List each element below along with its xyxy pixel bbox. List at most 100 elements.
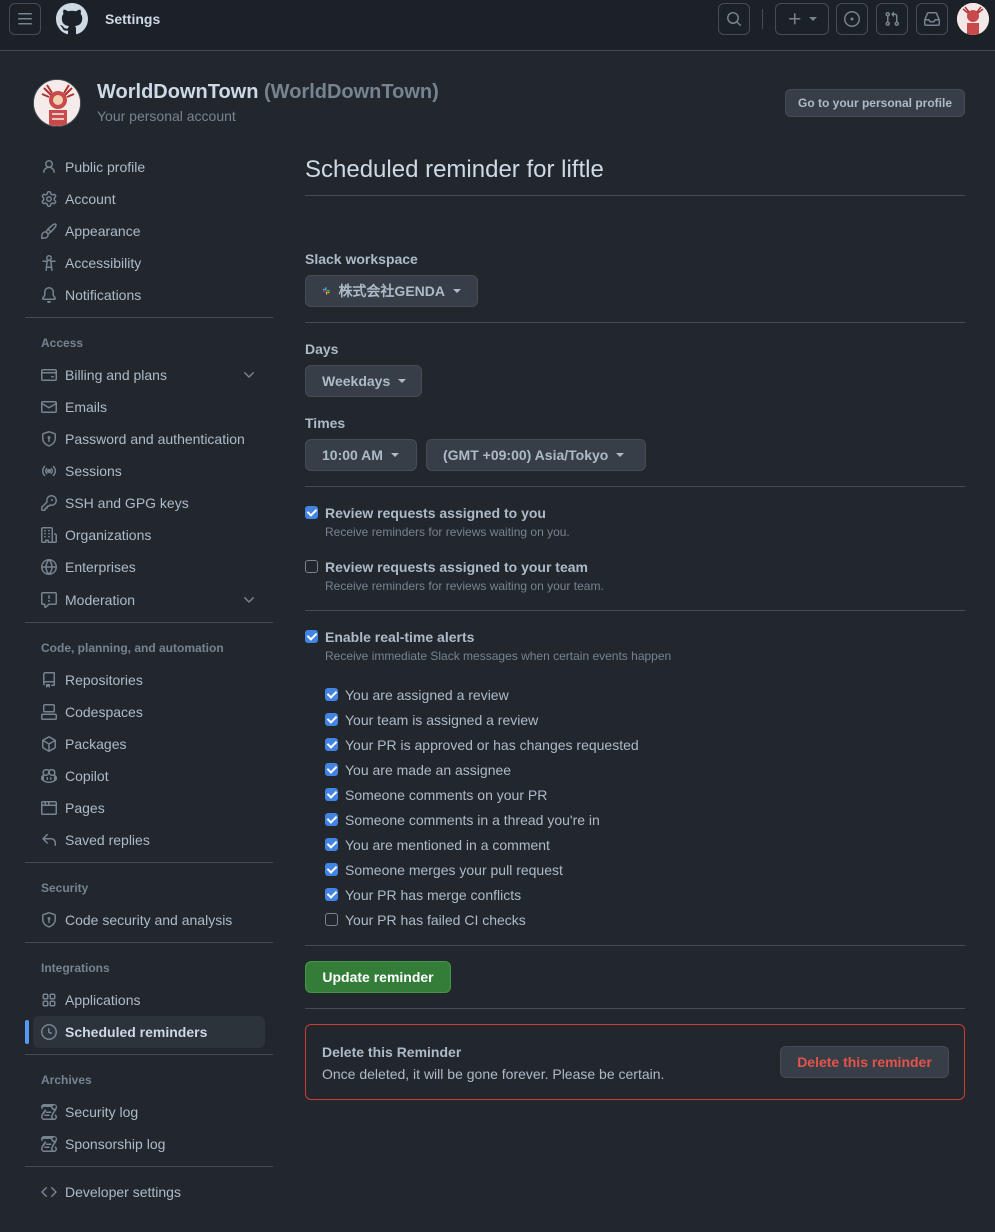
key-icon (41, 495, 57, 511)
sidebar-item-label: Developer settings (65, 1184, 181, 1200)
issue-opened-icon (844, 11, 860, 27)
review-you-title[interactable]: Review requests assigned to you (325, 505, 546, 521)
sidebar-item-emails[interactable]: Emails (33, 391, 265, 423)
alert-checkbox[interactable] (325, 788, 338, 801)
alert-checkbox[interactable] (325, 813, 338, 826)
alert-label[interactable]: Someone comments on your PR (345, 787, 547, 803)
alert-checkbox[interactable] (325, 688, 338, 701)
alert-label[interactable]: You are mentioned in a comment (345, 837, 550, 853)
sidebar-item-sponsorship-log[interactable]: Sponsorship log (33, 1128, 265, 1160)
sidebar-item-packages[interactable]: Packages (33, 728, 265, 760)
create-new-button[interactable] (775, 3, 829, 35)
sidebar-item-account[interactable]: Account (33, 183, 265, 215)
times-label: Times (305, 415, 346, 431)
chevron-down-icon[interactable] (241, 592, 257, 608)
sidebar-divider (25, 1166, 273, 1167)
sidebar-item-label: Notifications (65, 287, 142, 303)
paintbrush-icon (41, 223, 57, 239)
go-to-profile-button[interactable]: Go to your personal profile (785, 89, 965, 117)
sidebar-item-label: Sessions (65, 463, 122, 479)
sidebar-item-codespaces[interactable]: Codespaces (33, 696, 265, 728)
alert-checkbox[interactable] (325, 738, 338, 751)
accessibility-icon (41, 255, 57, 271)
alert-label[interactable]: Someone comments in a thread you're in (345, 812, 600, 828)
hamburger-menu-button[interactable] (9, 3, 41, 35)
sidebar-item-label: Sponsorship log (65, 1136, 166, 1152)
search-button[interactable] (718, 3, 750, 35)
alert-checkbox[interactable] (325, 888, 338, 901)
gear-icon (41, 191, 57, 207)
time-value: 10:00 AM (322, 447, 383, 463)
inbox-button[interactable] (916, 3, 948, 35)
sidebar-item-repositories[interactable]: Repositories (33, 664, 265, 696)
page-context-title[interactable]: Settings (105, 11, 160, 27)
globe-icon (41, 559, 57, 575)
mail-icon (41, 399, 57, 415)
days-select[interactable]: Weekdays (305, 365, 422, 397)
alert-checkbox[interactable] (325, 838, 338, 851)
sidebar-item-applications[interactable]: Applications (33, 984, 265, 1016)
sidebar-item-copilot[interactable]: Copilot (33, 760, 265, 792)
sidebar-item-scheduled-reminders[interactable]: Scheduled reminders (33, 1016, 265, 1048)
delete-reminder-button[interactable]: Delete this reminder (780, 1046, 949, 1078)
sidebar-item-pages[interactable]: Pages (33, 792, 265, 824)
alert-label[interactable]: Your PR has merge conflicts (345, 887, 521, 903)
alert-label[interactable]: You are assigned a review (345, 687, 509, 703)
review-team-checkbox[interactable] (305, 560, 318, 573)
alert-label[interactable]: Your PR has failed CI checks (345, 912, 526, 928)
danger-title: Delete this Reminder (322, 1044, 462, 1060)
alert-label[interactable]: Your PR is approved or has changes reque… (345, 737, 639, 753)
log-icon (41, 1136, 57, 1152)
update-reminder-button[interactable]: Update reminder (305, 961, 451, 993)
issues-button[interactable] (836, 3, 868, 35)
sidebar-divider (25, 622, 273, 623)
alert-label[interactable]: Your team is assigned a review (345, 712, 538, 728)
sidebar-item-saved-replies[interactable]: Saved replies (33, 824, 265, 856)
sidebar-item-billing[interactable]: Billing and plans (33, 359, 265, 391)
sidebar-item-code-security[interactable]: Code security and analysis (33, 904, 265, 936)
alert-label[interactable]: Someone merges your pull request (345, 862, 563, 878)
alert-label[interactable]: You are made an assignee (345, 762, 511, 778)
codespaces-icon (41, 704, 57, 720)
sidebar-item-accessibility[interactable]: Accessibility (33, 247, 265, 279)
account-name[interactable]: WorldDownTown (WorldDownTown) (97, 81, 439, 104)
realtime-alerts-checkbox[interactable] (305, 630, 318, 643)
days-value: Weekdays (322, 373, 391, 389)
sidebar-item-sessions[interactable]: Sessions (33, 455, 265, 487)
chevron-down-icon[interactable] (241, 367, 257, 383)
git-pull-request-icon (885, 11, 900, 27)
sidebar-item-label: Enterprises (65, 559, 136, 575)
account-avatar[interactable] (33, 79, 81, 127)
sidebar-item-enterprises[interactable]: Enterprises (33, 551, 265, 583)
alert-checkbox[interactable] (325, 913, 338, 926)
sidebar-item-notifications[interactable]: Notifications (33, 279, 265, 311)
time-select[interactable]: 10:00 AM (305, 439, 417, 471)
sidebar-item-developer-settings[interactable]: Developer settings (33, 1176, 265, 1208)
repo-icon (41, 672, 57, 688)
section-divider (305, 322, 965, 323)
clock-icon (41, 1024, 57, 1040)
sidebar-heading-security: Security (41, 881, 89, 895)
search-icon (727, 12, 742, 27)
realtime-alerts-title[interactable]: Enable real-time alerts (325, 629, 474, 645)
sidebar-item-moderation[interactable]: Moderation (33, 584, 265, 616)
alert-checkbox[interactable] (325, 863, 338, 876)
sidebar-item-organizations[interactable]: Organizations (33, 519, 265, 551)
sidebar-item-password[interactable]: Password and authentication (33, 423, 265, 455)
sidebar-item-appearance[interactable]: Appearance (33, 215, 265, 247)
alert-checkbox[interactable] (325, 713, 338, 726)
sidebar-item-security-log[interactable]: Security log (33, 1096, 265, 1128)
review-you-checkbox[interactable] (305, 506, 318, 519)
sidebar-heading-code: Code, planning, and automation (41, 641, 224, 655)
review-team-title[interactable]: Review requests assigned to your team (325, 559, 588, 575)
github-logo-icon[interactable] (56, 3, 88, 35)
sidebar-item-public-profile[interactable]: Public profile (33, 151, 265, 183)
days-label: Days (305, 341, 339, 357)
user-avatar[interactable] (957, 3, 989, 35)
pull-requests-button[interactable] (876, 3, 908, 35)
timezone-select[interactable]: (GMT +09:00) Asia/Tokyo (426, 439, 646, 471)
sidebar-item-ssh-gpg[interactable]: SSH and GPG keys (33, 487, 265, 519)
alert-checkbox[interactable] (325, 763, 338, 776)
slack-workspace-select[interactable]: 株式会社GENDA (305, 275, 478, 307)
reply-icon (41, 832, 57, 848)
